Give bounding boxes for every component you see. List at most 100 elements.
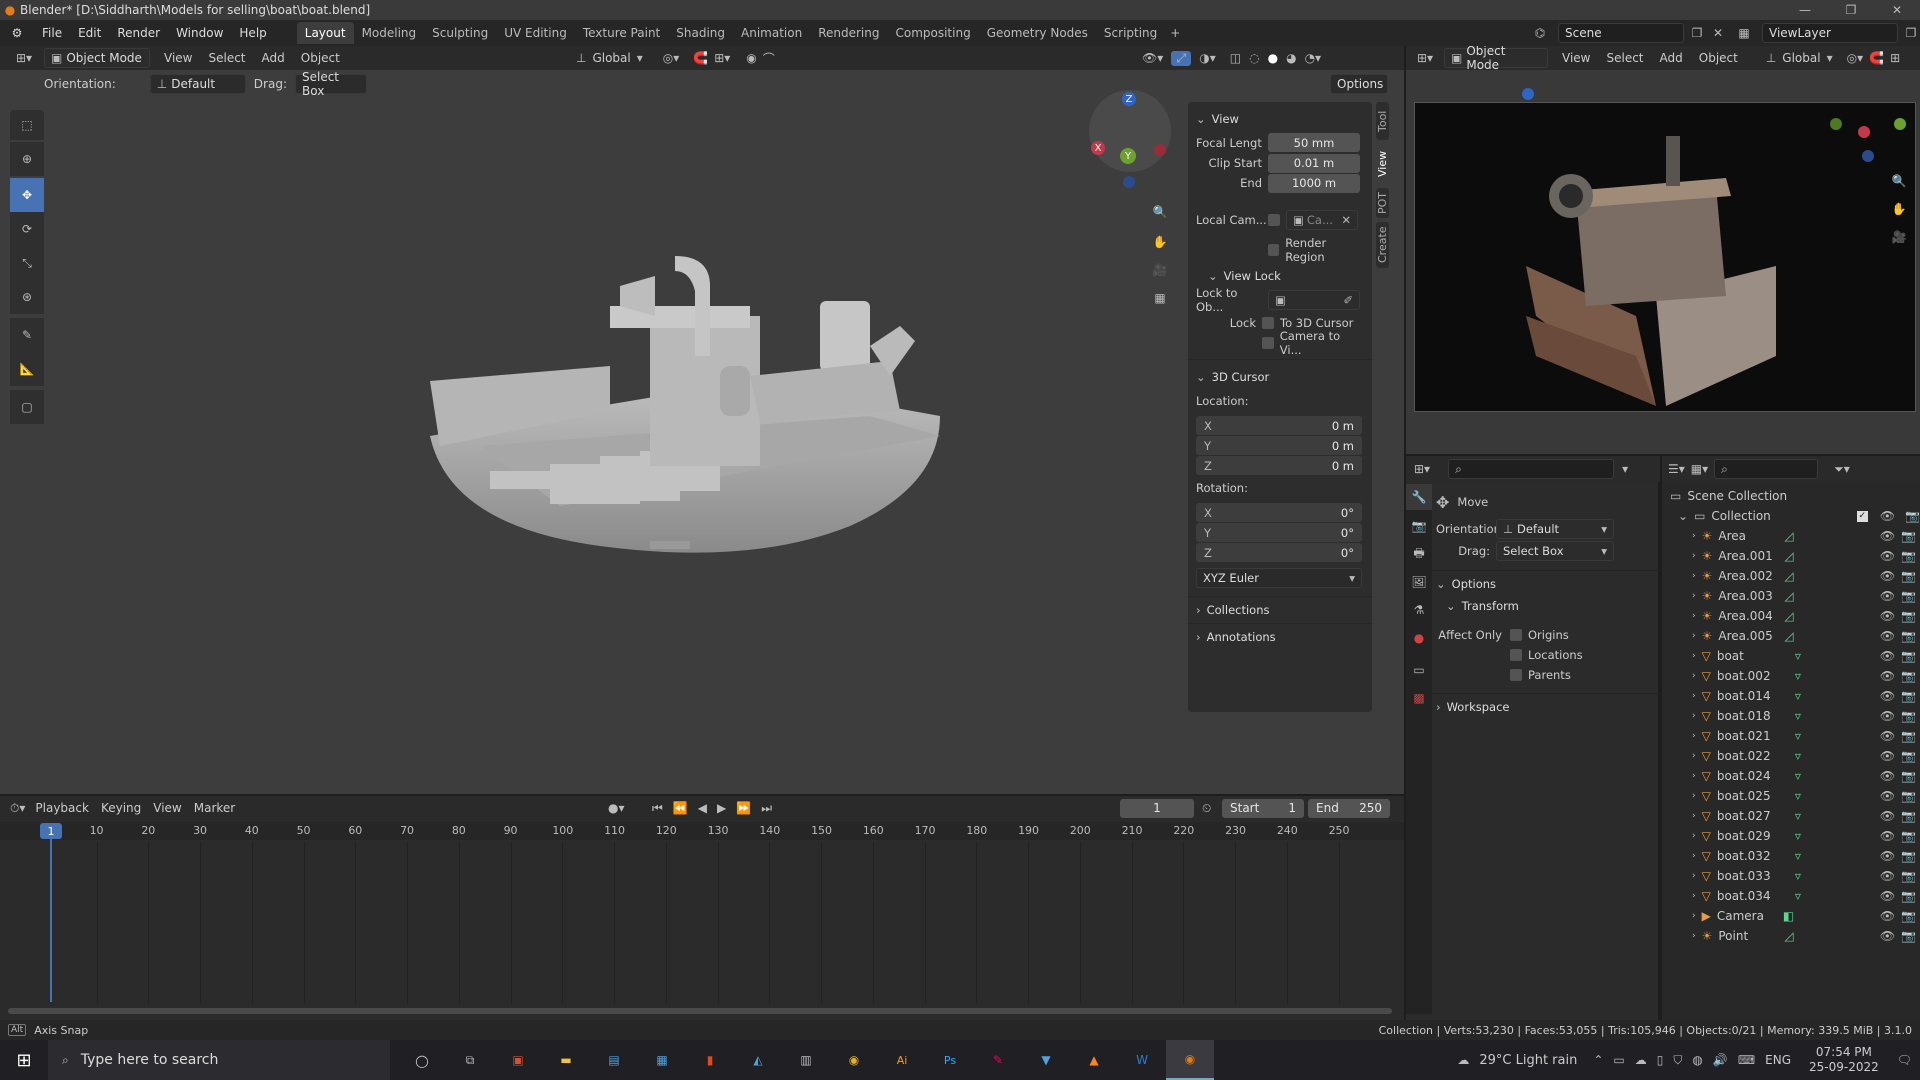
viewlayer-icon[interactable]: ▦: [1730, 26, 1758, 40]
prop-workspace-section[interactable]: › Workspace: [1436, 696, 1656, 718]
close-icon[interactable]: ✕: [1874, 3, 1920, 17]
light-data-icon[interactable]: ◿: [1784, 629, 1793, 643]
gizmo-neg-x-icon[interactable]: [1154, 144, 1166, 156]
mesh-data-icon[interactable]: ▿: [1795, 729, 1801, 743]
next-keyframe-icon[interactable]: ⏩: [736, 801, 751, 815]
move-tool-icon[interactable]: ✥: [10, 178, 44, 212]
orientation-dropdown[interactable]: ⊥ Default: [149, 74, 246, 94]
auto-keying-icon[interactable]: ●▾: [608, 801, 625, 815]
network-icon[interactable]: ◍: [1692, 1053, 1702, 1067]
collection-exclude-checkbox-icon[interactable]: ✓: [1856, 510, 1868, 522]
expand-arrow-icon[interactable]: ›: [1692, 671, 1696, 681]
render-toggle-icon[interactable]: 📷: [1901, 909, 1916, 923]
start-frame-field[interactable]: Start 1: [1222, 798, 1304, 818]
cursor-loc-z-field[interactable]: Z 0 m: [1196, 456, 1362, 475]
sidebar-tab-tool[interactable]: Tool: [1376, 102, 1389, 140]
restore-icon[interactable]: ❐: [1828, 3, 1874, 17]
annotations-section[interactable]: › Annotations: [1196, 626, 1364, 648]
gizmo-z-icon[interactable]: Z: [1122, 92, 1136, 106]
clear-camera-icon[interactable]: ✕: [1341, 213, 1351, 227]
camera-menu-object[interactable]: Object: [1691, 51, 1746, 65]
tab-animation[interactable]: Animation: [733, 22, 810, 44]
viewport-menu-select[interactable]: Select: [200, 51, 253, 65]
viewlayer-selector[interactable]: ViewLayer: [1762, 23, 1898, 43]
sidebar-tab-view[interactable]: View: [1376, 144, 1389, 184]
render-toggle-icon[interactable]: 📷: [1901, 869, 1916, 883]
cursor-rot-y-field[interactable]: Y 0°: [1196, 523, 1362, 542]
mesh-data-icon[interactable]: ▿: [1795, 749, 1801, 763]
mesh-data-icon[interactable]: ▿: [1795, 709, 1801, 723]
taskbar-search[interactable]: ⌕ Type here to search: [48, 1040, 390, 1080]
clock[interactable]: 07:54 PM 25-09-2022: [1809, 1045, 1879, 1075]
tab-scripting[interactable]: Scripting: [1096, 22, 1165, 44]
render-toggle-icon[interactable]: 📷: [1901, 609, 1916, 623]
sidebar-tab-create[interactable]: Create: [1376, 222, 1389, 268]
render-toggle-icon[interactable]: 📷: [1901, 549, 1916, 563]
light-data-icon[interactable]: ◿: [1784, 589, 1793, 603]
visibility-icon[interactable]: 👁: [1880, 909, 1895, 923]
lock-to-object-field[interactable]: ▣ ✐: [1268, 290, 1360, 310]
jump-start-icon[interactable]: ⏮: [652, 801, 663, 816]
viewport-menu-view[interactable]: View: [156, 51, 200, 65]
prop-options-section[interactable]: ⌄ Options: [1436, 573, 1656, 595]
expand-arrow-icon[interactable]: ›: [1692, 871, 1696, 881]
rotate-tool-icon[interactable]: ⟳: [10, 212, 44, 246]
chrome-icon[interactable]: ◉: [830, 1053, 878, 1067]
outliner-item[interactable]: › ☀ Area.003 ◿ 👁 📷: [1670, 586, 1920, 606]
light-data-icon[interactable]: ◿: [1784, 609, 1793, 623]
menu-help[interactable]: Help: [231, 26, 274, 40]
visibility-icon[interactable]: 👁: [1880, 849, 1895, 863]
clip-end-field[interactable]: 1000 m: [1268, 173, 1360, 193]
play-icon[interactable]: ▶: [717, 801, 726, 815]
menu-edit[interactable]: Edit: [70, 26, 109, 40]
gizmo-icon[interactable]: ⤢: [1171, 50, 1192, 66]
render-region-checkbox[interactable]: [1268, 244, 1280, 256]
krita-icon[interactable]: ✎: [974, 1053, 1022, 1067]
tab-compositing[interactable]: Compositing: [887, 22, 978, 44]
collection-properties-icon[interactable]: ▭: [1406, 656, 1432, 684]
windows-start-icon[interactable]: ⊞: [0, 1050, 48, 1071]
camera-menu-select[interactable]: Select: [1598, 51, 1651, 65]
3d-cursor-section[interactable]: ⌄ 3D Cursor: [1196, 366, 1364, 388]
select-box-tool-icon[interactable]: ⬚: [10, 110, 44, 140]
visibility-icon[interactable]: 👁: [1880, 889, 1895, 903]
visibility-icon[interactable]: 👁: [1880, 549, 1895, 563]
camera-pivot-icon[interactable]: ◎▾: [1847, 51, 1864, 65]
menu-window[interactable]: Window: [168, 26, 231, 40]
visibility-icon[interactable]: 👁▾: [1142, 51, 1163, 65]
expand-arrow-icon[interactable]: ›: [1692, 571, 1696, 581]
camera-to-view-checkbox[interactable]: [1262, 337, 1274, 349]
outliner-item[interactable]: › ▽ boat ▿ 👁 📷: [1670, 646, 1920, 666]
visibility-icon[interactable]: 👁: [1880, 729, 1895, 743]
light-data-icon[interactable]: ◿: [1784, 549, 1793, 563]
timeline-menu-playback[interactable]: Playback: [35, 801, 89, 815]
camera-menu-add[interactable]: Add: [1652, 51, 1691, 65]
menu-render[interactable]: Render: [109, 26, 168, 40]
falloff-icon[interactable]: ⌒: [763, 50, 775, 67]
scale-tool-icon[interactable]: ⤡: [10, 246, 44, 280]
outliner-item[interactable]: › ▽ boat.018 ▿ 👁 📷: [1670, 706, 1920, 726]
keyboard-icon[interactable]: ⌨: [1738, 1053, 1755, 1067]
visibility-icon[interactable]: 👁: [1880, 769, 1895, 783]
sharex-icon[interactable]: ◭: [734, 1053, 782, 1067]
camera-gizmo[interactable]: [1746, 86, 1906, 166]
blender-taskbar-icon[interactable]: ◉: [1166, 1040, 1214, 1080]
outliner-item[interactable]: › ☀ Area.002 ◿ 👁 📷: [1670, 566, 1920, 586]
outliner-item[interactable]: › ☀ Area ◿ 👁 📷: [1670, 526, 1920, 546]
view-lock-section[interactable]: ⌄ View Lock: [1196, 265, 1364, 287]
blender-menu-icon[interactable]: ⚙: [0, 26, 34, 40]
render-toggle-icon[interactable]: 📷: [1901, 569, 1916, 583]
tab-rendering[interactable]: Rendering: [810, 22, 887, 44]
expand-arrow-icon[interactable]: ›: [1692, 611, 1696, 621]
render-toggle-icon[interactable]: 📷: [1901, 929, 1916, 943]
visibility-icon[interactable]: 👁: [1880, 649, 1895, 663]
affect-locations-checkbox[interactable]: [1510, 649, 1522, 661]
visibility-icon[interactable]: 👁: [1880, 689, 1895, 703]
meet-icon[interactable]: ▭: [1613, 1053, 1624, 1067]
outliner-item[interactable]: › ▽ boat.002 ▿ 👁 📷: [1670, 666, 1920, 686]
tab-shading[interactable]: Shading: [668, 22, 733, 44]
visibility-icon[interactable]: 👁: [1880, 869, 1895, 883]
expand-arrow-icon[interactable]: ›: [1692, 791, 1696, 801]
preview-range-icon[interactable]: ⏲: [1202, 801, 1211, 816]
render-toggle-icon[interactable]: 📷: [1901, 709, 1916, 723]
